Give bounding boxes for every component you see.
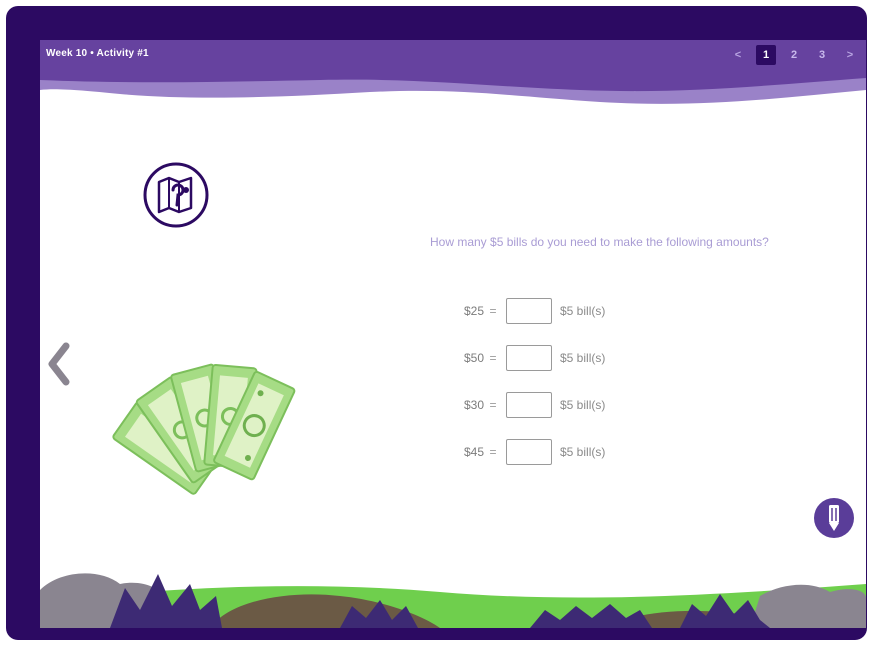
answer-row: $25 = $5 bill(s) xyxy=(444,298,605,324)
answer-input[interactable] xyxy=(506,345,552,371)
activity-title: Week 10 • Activity #1 xyxy=(46,48,149,59)
amount-label: $50 xyxy=(463,351,484,365)
unit-label: $5 bill(s) xyxy=(560,445,606,459)
unit-label: $5 bill(s) xyxy=(560,351,606,365)
amount-label: $25 xyxy=(463,304,484,318)
device-frame: Week 10 • Activity #1 < 1 2 3 > How many… xyxy=(6,6,867,640)
answer-input[interactable] xyxy=(506,439,552,465)
dollar-bills-icon xyxy=(112,363,296,495)
pencil-icon[interactable] xyxy=(812,496,856,540)
equals-sign: = xyxy=(489,304,497,318)
amount-label: $30 xyxy=(463,398,484,412)
equals-sign: = xyxy=(489,351,497,365)
amount-label: $45 xyxy=(463,445,484,459)
map-pin-icon xyxy=(143,162,209,228)
page-button-3[interactable]: 3 xyxy=(812,45,832,65)
prev-page-button[interactable]: < xyxy=(728,45,748,65)
answer-row: $45 = $5 bill(s) xyxy=(444,439,605,465)
answer-rows: $25 = $5 bill(s) $50 = $5 bill(s) $30 = … xyxy=(444,298,605,486)
answer-input[interactable] xyxy=(506,392,552,418)
unit-label: $5 bill(s) xyxy=(560,398,606,412)
page-button-1[interactable]: 1 xyxy=(756,45,776,65)
page-navigator: < 1 2 3 > xyxy=(720,42,860,68)
answer-input[interactable] xyxy=(506,298,552,324)
question-text: How many $5 bills do you need to make th… xyxy=(430,235,769,249)
answer-row: $30 = $5 bill(s) xyxy=(444,392,605,418)
equals-sign: = xyxy=(489,398,497,412)
chevron-left-icon[interactable] xyxy=(44,342,74,386)
answer-row: $50 = $5 bill(s) xyxy=(444,345,605,371)
unit-label: $5 bill(s) xyxy=(560,304,606,318)
next-page-button[interactable]: > xyxy=(840,45,860,65)
activity-screen: Week 10 • Activity #1 < 1 2 3 > How many… xyxy=(40,40,866,628)
equals-sign: = xyxy=(489,445,497,459)
landscape-decoration xyxy=(40,573,866,628)
page-button-2[interactable]: 2 xyxy=(784,45,804,65)
